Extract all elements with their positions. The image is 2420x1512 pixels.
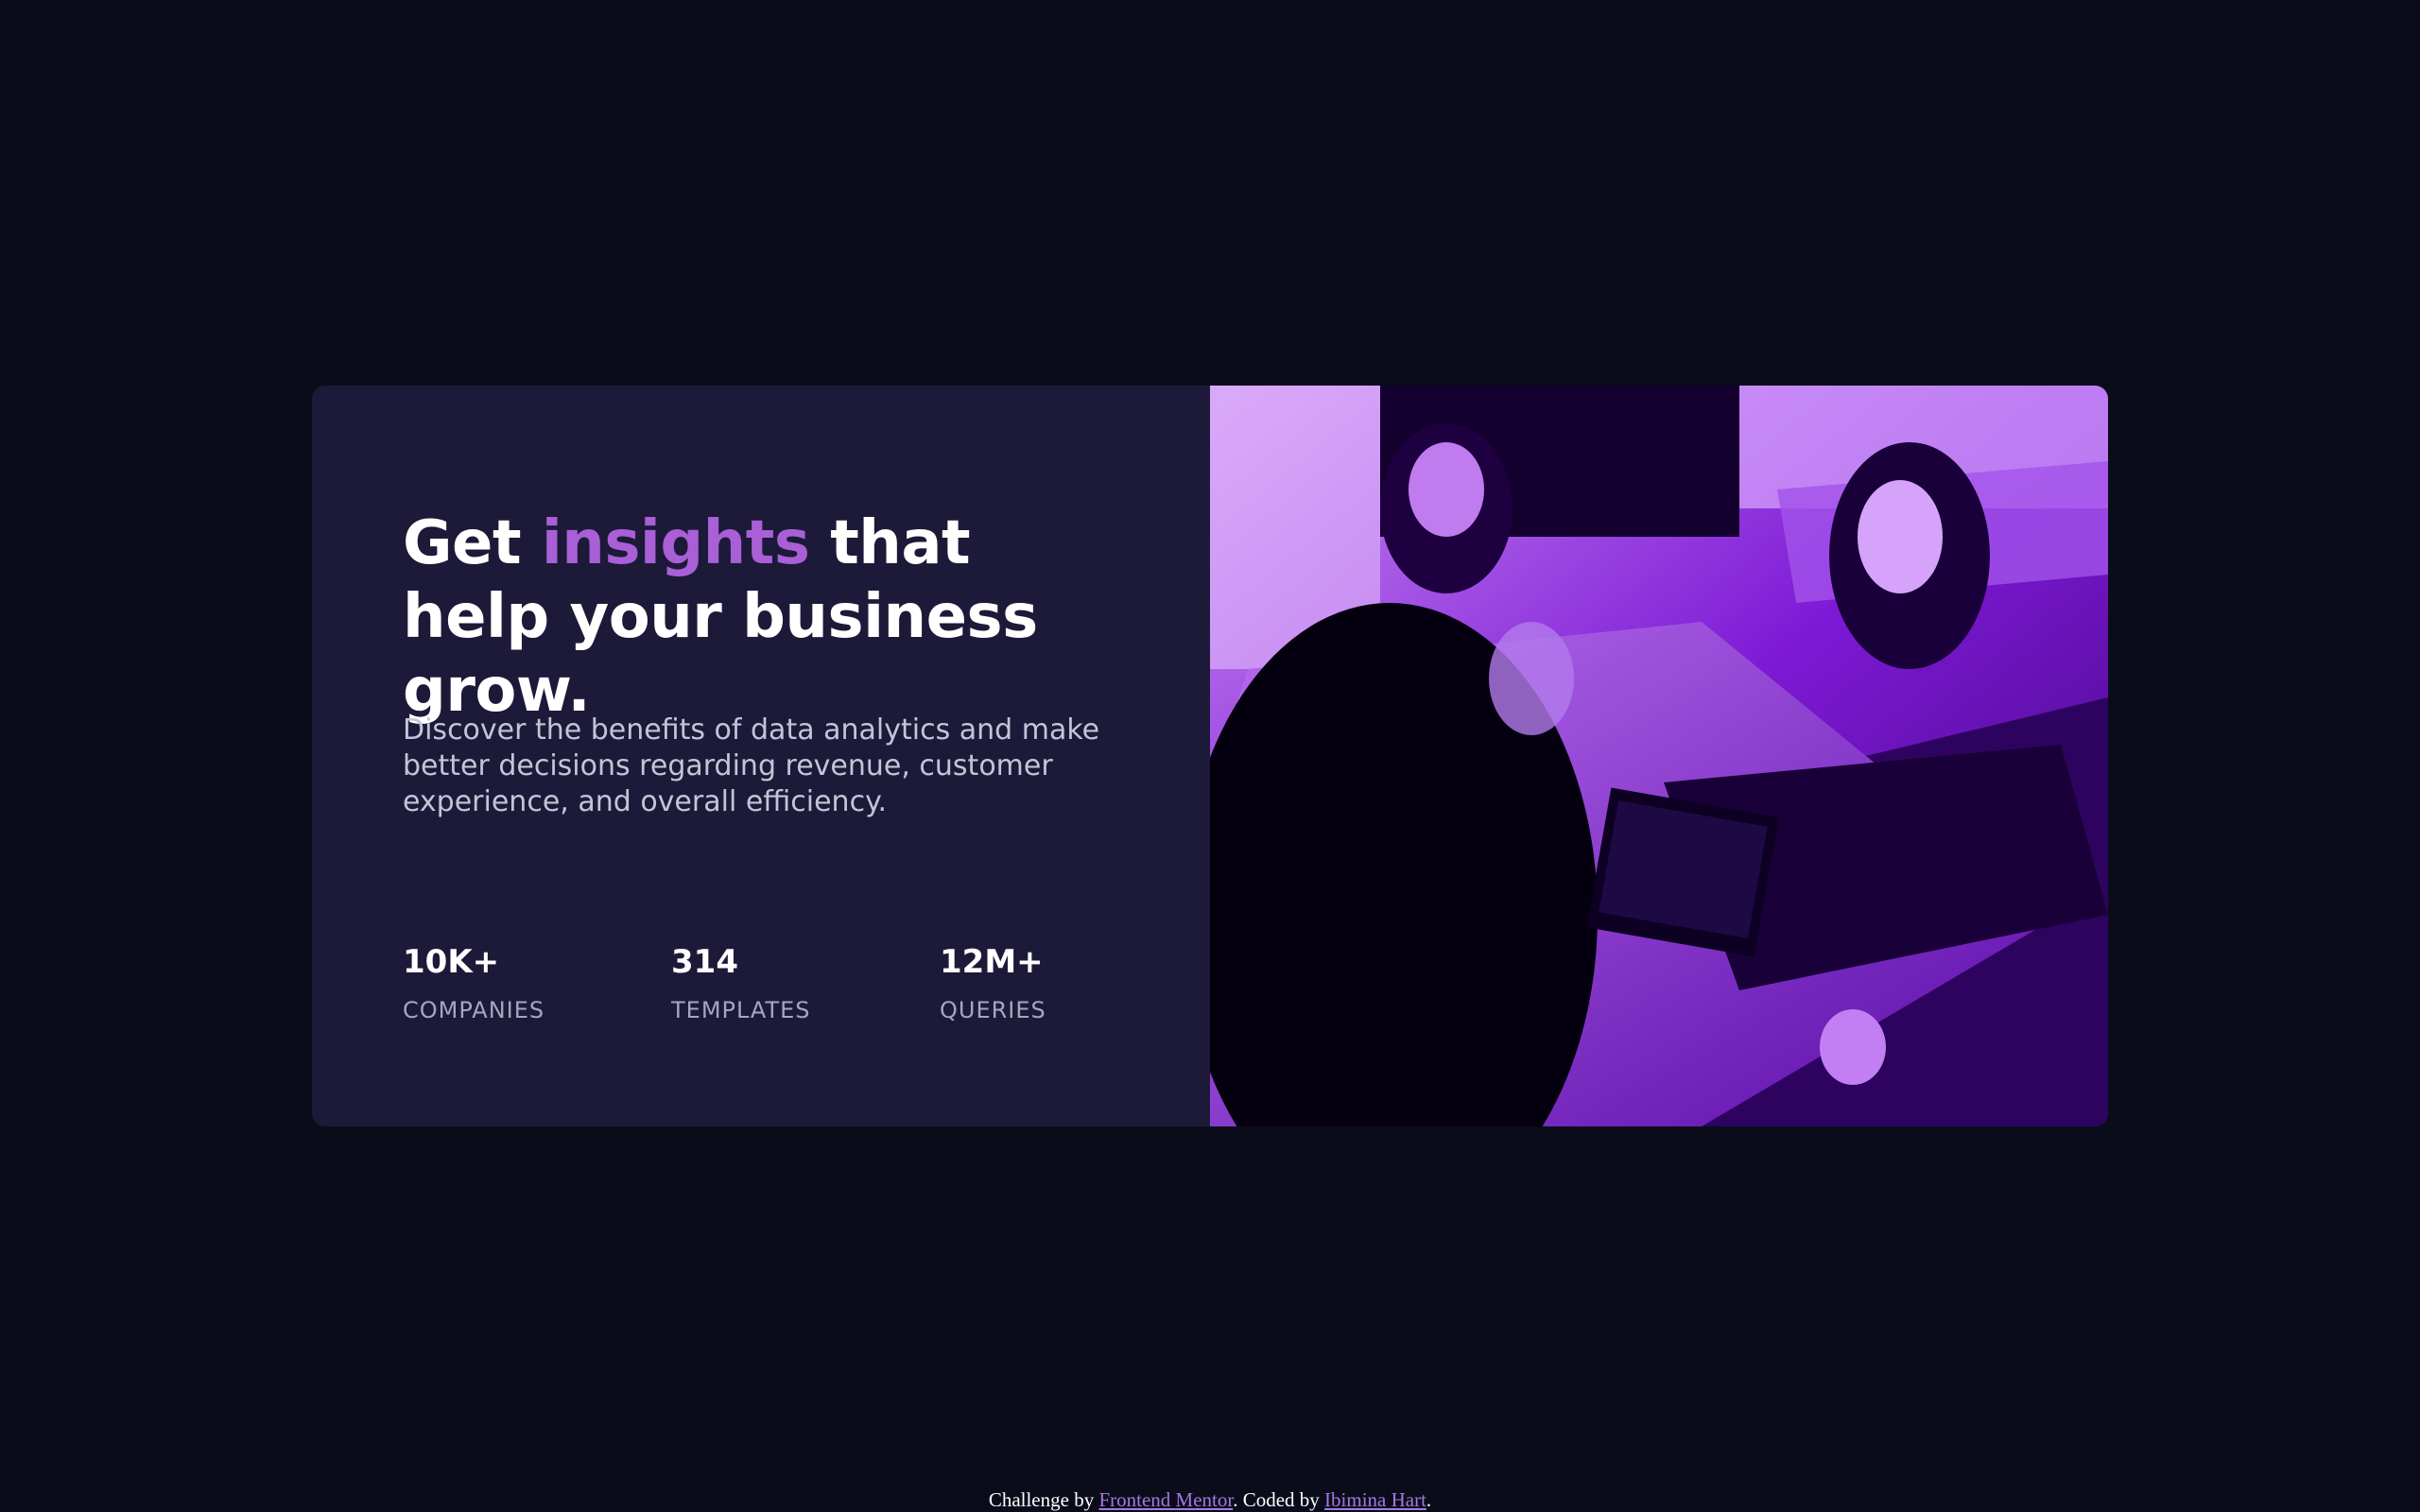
attribution-middle: . Coded by	[1233, 1488, 1325, 1511]
stat-value: 12M+	[940, 943, 1044, 981]
stat-label: QUERIES	[940, 997, 1046, 1023]
card-text-panel: Get insights that help your business gro…	[312, 386, 1210, 1126]
headline: Get insights that help your business gro…	[403, 507, 1121, 728]
stat-value: 10K+	[403, 943, 500, 981]
stats-preview-card: Get insights that help your business gro…	[312, 386, 2108, 1126]
stat-value: 314	[671, 943, 738, 981]
author-link[interactable]: Ibimina Hart	[1324, 1488, 1426, 1511]
attribution-suffix: .	[1426, 1488, 1432, 1511]
headline-start: Get	[403, 508, 542, 578]
stat-label: TEMPLATES	[671, 997, 811, 1023]
headline-accent: insights	[541, 508, 810, 578]
attribution: Challenge by Frontend Mentor. Coded by I…	[0, 1487, 2420, 1512]
office-photo-illustration	[1210, 386, 2108, 1126]
attribution-prefix: Challenge by	[988, 1488, 1099, 1511]
stat-queries: 12M+ QUERIES	[940, 943, 1185, 1024]
stat-companies: 10K+ COMPANIES	[403, 943, 648, 1024]
frontend-mentor-link[interactable]: Frontend Mentor	[1098, 1488, 1233, 1511]
stat-label: COMPANIES	[403, 997, 545, 1023]
stats-row: 10K+ COMPANIES 314 TEMPLATES 12M+ QUERIE…	[403, 943, 1121, 1038]
description: Discover the benefits of data analytics …	[403, 713, 1100, 818]
stat-templates: 314 TEMPLATES	[671, 943, 917, 1024]
office-photo	[1210, 386, 2108, 1126]
